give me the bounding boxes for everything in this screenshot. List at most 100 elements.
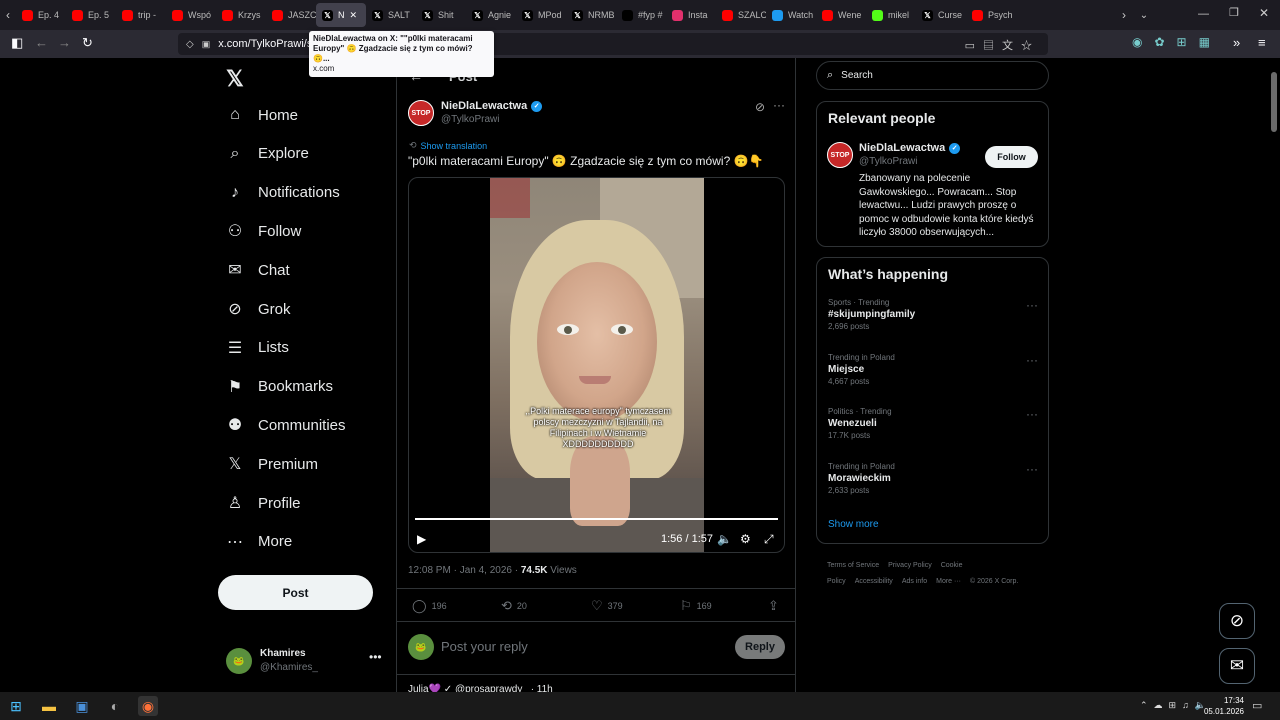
footer-link[interactable]: More ··· [936,578,961,585]
grok-fab[interactable]: ⊘ [1219,603,1255,639]
search-input[interactable]: ⌕ Search [816,61,1049,90]
forward-icon[interactable]: → [58,35,71,50]
browser-tab[interactable]: 𝕏 SALT [366,0,416,30]
sidebar-item-follow[interactable]: ⚇ Follow [226,215,302,247]
sidebar-item-explore[interactable]: ⌕ Explore [226,138,309,170]
trend-more-icon[interactable]: ··· [1026,407,1038,421]
bookmark-action[interactable]: ⚐ 169 [680,598,712,614]
account-switcher[interactable]: 🐸 Khamires @Khamires_ ••• [226,646,386,686]
video-progress-bar[interactable] [415,518,778,520]
reply-button[interactable]: Reply [735,635,785,659]
restore-icon[interactable]: ❐ [1229,6,1239,19]
sidebar-toggle-icon[interactable]: ◧ [11,35,23,51]
sidebar-item-chat[interactable]: ✉ Chat [226,254,289,286]
post-author[interactable]: STOP NieDlaLewactwa ✓ @TylkoPrawi [408,100,543,126]
browser-tab[interactable]: Psych [966,0,1016,30]
video-frame[interactable]: ,,Polki materace europy" tymczasem polsc… [490,178,704,552]
author-name[interactable]: NieDlaLewactwa [441,100,527,112]
browser-tab[interactable]: Krzys [216,0,266,30]
post-button[interactable]: Post [218,575,373,610]
browser-tab[interactable]: 𝕏 Shit [416,0,466,30]
browser-tab[interactable]: JASZC [266,0,316,30]
tab-scroll-left-icon[interactable]: ‹ [0,8,16,22]
tab-list-icon[interactable]: ⌄ [1132,10,1156,21]
trend-more-icon[interactable]: ··· [1026,462,1038,476]
video-player[interactable]: ,,Polki materace europy" tymczasem polsc… [408,177,785,553]
browser-tab[interactable]: 𝕏 N ✕ [316,3,366,27]
sidebar-item-more[interactable]: ⋯ More [226,526,292,558]
browser-tab[interactable]: 𝕏 Curse [916,0,966,30]
share-action[interactable]: ⇪ [768,598,779,614]
browser-tab[interactable]: 𝕏 Agnie [466,0,516,30]
app-menu-icon[interactable]: ≡ [1258,35,1266,50]
trend-item[interactable]: Trending in Poland Miejsce 4,667 posts ··· [828,353,1038,386]
browser-tab[interactable]: #fyp # [616,0,666,30]
grok-icon[interactable]: ⊘ [755,100,765,114]
person-handle[interactable]: @TylkoPrawi [859,156,960,167]
trend-more-icon[interactable]: ··· [1026,353,1038,367]
scrollbar-thumb[interactable] [1271,72,1277,132]
browser-tab[interactable]: Watch [766,0,816,30]
follow-button[interactable]: Follow [985,146,1038,168]
reply-action[interactable]: ◯ 196 [412,598,447,614]
x-logo-icon[interactable]: 𝕏 [226,66,244,92]
browser-tab[interactable]: Ep. 5 [66,0,116,30]
app-icon[interactable]: ▣ [72,696,92,716]
person-avatar[interactable]: STOP [827,142,853,168]
start-icon[interactable]: ⊞ [6,696,26,716]
footer-link[interactable]: © 2026 X Corp. [970,578,1018,585]
author-handle[interactable]: @TylkoPrawi [441,114,542,125]
sidebar-item-lists[interactable]: ☰ Lists [226,332,289,364]
browser-tab[interactable]: Insta [666,0,716,30]
browser-tab[interactable]: mikel [866,0,916,30]
show-translation-link[interactable]: ⟲ Show translation [409,140,487,151]
person-name[interactable]: NieDlaLewactwa [859,142,945,154]
page-scrollbar[interactable] [1268,58,1280,692]
reload-icon[interactable]: ↻ [82,35,93,51]
sidebar-item-communities[interactable]: ⚉ Communities [226,409,346,441]
account-more-icon[interactable]: ••• [369,650,382,664]
sidebar-item-notifications[interactable]: ♪ Notifications [226,177,340,209]
browser-tab[interactable]: Wene [816,0,866,30]
next-reply-preview[interactable]: Julia💜 ✓ @prosaprawdy_ · 11h [408,684,553,692]
tray-icons[interactable]: ⌃☁⊞♫🔈 [1140,700,1212,711]
page-action-icons[interactable]: ▭▤文☆ [965,37,1040,53]
post-more-icon[interactable]: ··· [773,98,785,112]
post-timestamp[interactable]: 12:08 PM · Jan 4, 2026 · [408,565,521,576]
trend-item[interactable]: Politics · Trending Wenezueli 17.7K posts ·… [828,407,1038,440]
footer-link[interactable]: Ads info [902,578,927,585]
minimize-icon[interactable]: — [1198,8,1209,20]
clock[interactable]: 17:34 05.01.2026 [1204,695,1244,717]
sidebar-item-grok[interactable]: ⊘ Grok [226,293,290,325]
trend-more-icon[interactable]: ··· [1026,298,1038,312]
extensions-icon[interactable]: ◉✿⊞▦ [1132,35,1222,49]
browser-tab[interactable]: trip - [116,0,166,30]
sidebar-item-home[interactable]: ⌂ Home [226,99,298,131]
browser-tab[interactable]: SZALO [716,0,766,30]
show-more-link[interactable]: Show more [828,519,879,530]
trend-item[interactable]: Trending in Poland Morawieckim 2,633 posts… [828,462,1038,495]
sidebar-item-profile[interactable]: ♙ Profile [226,487,301,519]
overflow-menu-icon[interactable]: » [1233,35,1240,50]
messages-fab[interactable]: ✉ [1219,648,1255,684]
footer-link[interactable]: Accessibility [855,578,893,585]
file-explorer-icon[interactable]: ▬ [39,696,59,716]
footer-link[interactable]: Terms of Service [827,562,879,569]
settings-icon[interactable]: ⚙ [740,532,751,546]
repost-action[interactable]: ⟲ 20 [501,598,527,614]
tab-close-icon[interactable]: ✕ [350,10,358,21]
volume-icon[interactable]: 🔈 [717,532,732,546]
shield-icon[interactable]: ◇ [186,39,194,50]
play-icon[interactable]: ▶ [417,532,426,546]
browser-tab[interactable]: 𝕏 MPod [516,0,566,30]
trend-item[interactable]: Sports · Trending #skijumpingfamily 2,696 … [828,298,1038,331]
author-avatar[interactable]: STOP [408,100,434,126]
reply-input[interactable]: Post your reply [441,639,528,654]
steam-icon[interactable]: ◐ [105,696,125,716]
browser-tab[interactable]: Wspó [166,0,216,30]
close-window-icon[interactable]: ✕ [1259,6,1269,20]
footer-link[interactable]: Privacy Policy [888,562,932,569]
sidebar-item-premium[interactable]: 𝕏 Premium [226,448,318,480]
browser-tab[interactable]: 𝕏 NRMB [566,0,616,30]
firefox-icon[interactable]: ◉ [138,696,158,716]
